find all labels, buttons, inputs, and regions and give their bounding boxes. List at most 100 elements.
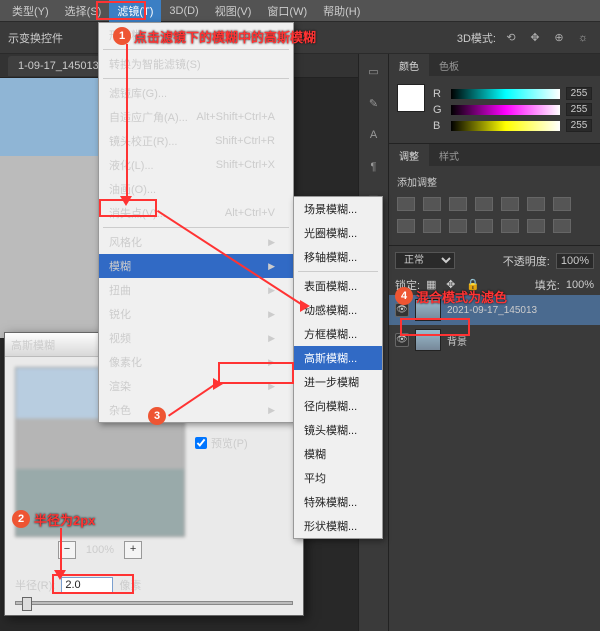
adjust-icon[interactable] <box>449 219 467 233</box>
b-slider[interactable] <box>451 121 560 131</box>
tab-color[interactable]: 颜色 <box>389 54 429 76</box>
adjustments-panel: 调整 样式 添加调整 <box>389 144 600 246</box>
add-adjustment-label: 添加调整 <box>397 174 592 189</box>
zoom-icon[interactable]: ⊕ <box>550 29 568 47</box>
transform-controls-label: 示变换控件 <box>8 30 63 46</box>
layer-item[interactable]: 👁 2021-09-17_145013 <box>389 295 600 325</box>
menu-lens-correction[interactable]: 镜头校正(R)...Shift+Ctrl+R <box>99 129 293 153</box>
adjust-icon[interactable] <box>553 219 571 233</box>
pan-icon[interactable]: ✥ <box>526 29 544 47</box>
canvas[interactable] <box>0 78 100 338</box>
r-slider[interactable] <box>451 89 560 99</box>
visibility-icon[interactable]: 👁 <box>395 333 409 347</box>
submenu-tilt-shift[interactable]: 移轴模糊... <box>294 245 382 269</box>
menu-vanishing[interactable]: 消失点(V)...Alt+Ctrl+V <box>99 201 293 225</box>
zoom-in-button[interactable]: + <box>124 541 142 559</box>
adjust-icon[interactable] <box>501 197 519 211</box>
radius-slider[interactable] <box>15 601 293 605</box>
radius-input[interactable] <box>61 577 113 593</box>
menu-distort[interactable]: 扭曲▶ <box>99 278 293 302</box>
layer-thumbnail[interactable] <box>415 299 441 321</box>
slider-thumb[interactable] <box>22 597 32 611</box>
menu-adaptive-wide[interactable]: 自适应广角(A)...Alt+Shift+Ctrl+A <box>99 105 293 129</box>
menu-filter-gallery[interactable]: 滤镜库(G)... <box>99 81 293 105</box>
menu-type[interactable]: 类型(Y) <box>4 0 57 22</box>
orbit-icon[interactable]: ⟲ <box>502 29 520 47</box>
foreground-swatch[interactable] <box>397 84 425 112</box>
right-panels: 颜色 色板 R255 G255 B255 调整 样式 添加调整 <box>388 54 600 631</box>
layer-thumbnail[interactable] <box>415 329 441 351</box>
submenu-box-blur[interactable]: 方框模糊... <box>294 322 382 346</box>
zoom-out-button[interactable]: − <box>58 541 76 559</box>
adjust-icon[interactable] <box>527 219 545 233</box>
dialog-title: 高斯模糊 <box>11 337 55 353</box>
menu-render[interactable]: 渲染▶ <box>99 374 293 398</box>
submenu-smart-blur[interactable]: 特殊模糊... <box>294 490 382 514</box>
submenu-lens-blur[interactable]: 镜头模糊... <box>294 418 382 442</box>
adjust-icon[interactable] <box>501 219 519 233</box>
menu-convert-smart[interactable]: 转换为智能滤镜(S) <box>99 52 293 76</box>
menu-liquify[interactable]: 液化(L)...Shift+Ctrl+X <box>99 153 293 177</box>
menu-window[interactable]: 窗口(W) <box>259 0 315 22</box>
fill-label: 填充: <box>535 277 560 293</box>
lock-all-icon[interactable]: 🔒 <box>466 278 480 292</box>
adjust-icon[interactable] <box>527 197 545 211</box>
lock-position-icon[interactable]: ✥ <box>446 278 460 292</box>
menu-select[interactable]: 选择(S) <box>57 0 110 22</box>
adjust-icon[interactable] <box>397 197 415 211</box>
radius-label: 半径(R): <box>15 577 55 593</box>
adjust-icon[interactable] <box>423 219 441 233</box>
submenu-motion-blur[interactable]: 动感模糊... <box>294 298 382 322</box>
visibility-icon[interactable]: 👁 <box>395 303 409 317</box>
submenu-radial-blur[interactable]: 径向模糊... <box>294 394 382 418</box>
zoom-level: 100% <box>86 544 114 556</box>
fill-value[interactable]: 100% <box>566 279 594 291</box>
menu-filter[interactable]: 滤镜(T) <box>109 0 161 22</box>
menu-pixelate[interactable]: 像素化▶ <box>99 350 293 374</box>
tab-swatches[interactable]: 色板 <box>429 54 469 76</box>
lock-pixels-icon[interactable]: ▦ <box>426 278 440 292</box>
blur-submenu: 场景模糊... 光圈模糊... 移轴模糊... 表面模糊... 动感模糊... … <box>293 196 383 539</box>
tab-adjust[interactable]: 调整 <box>389 144 429 166</box>
blend-mode-select[interactable]: 正常 <box>395 252 455 269</box>
menu-3d[interactable]: 3D(D) <box>161 2 206 20</box>
adjust-icon[interactable] <box>475 219 493 233</box>
submenu-blur-more[interactable]: 进一步模糊 <box>294 370 382 394</box>
layer-item[interactable]: 👁 背景 <box>389 325 600 355</box>
menu-video[interactable]: 视频▶ <box>99 326 293 350</box>
preview-checkbox[interactable]: 预览(P) <box>195 435 255 451</box>
adjust-icon[interactable] <box>423 197 441 211</box>
adjust-icon[interactable] <box>553 197 571 211</box>
menu-sharpen[interactable]: 锐化▶ <box>99 302 293 326</box>
adjust-icon[interactable] <box>449 197 467 211</box>
menu-view[interactable]: 视图(V) <box>207 0 260 22</box>
para-icon[interactable]: ¶ <box>365 158 383 176</box>
menu-noise[interactable]: 杂色▶ <box>99 398 293 422</box>
color-panel: 颜色 色板 R255 G255 B255 <box>389 54 600 144</box>
brush-icon[interactable]: ✎ <box>365 94 383 112</box>
adjust-icon[interactable] <box>397 219 415 233</box>
lock-label: 锁定: <box>395 277 420 293</box>
document-tab[interactable]: 1-09-17_145013. <box>8 56 112 76</box>
submenu-shape-blur[interactable]: 形状模糊... <box>294 514 382 538</box>
submenu-gaussian-blur[interactable]: 高斯模糊... <box>294 346 382 370</box>
menu-oil-paint[interactable]: 油画(O)... <box>99 177 293 201</box>
submenu-surface-blur[interactable]: 表面模糊... <box>294 274 382 298</box>
menu-blur[interactable]: 模糊▶ <box>99 254 293 278</box>
tab-styles[interactable]: 样式 <box>429 144 469 166</box>
submenu-field-blur[interactable]: 场景模糊... <box>294 197 382 221</box>
submenu-iris-blur[interactable]: 光圈模糊... <box>294 221 382 245</box>
menu-help[interactable]: 帮助(H) <box>315 0 368 22</box>
menu-stylize[interactable]: 风格化▶ <box>99 230 293 254</box>
mode-label: 3D模式: <box>457 30 496 46</box>
submenu-blur[interactable]: 模糊 <box>294 442 382 466</box>
g-slider[interactable] <box>451 105 560 115</box>
submenu-average[interactable]: 平均 <box>294 466 382 490</box>
light-icon[interactable]: ☼ <box>574 29 592 47</box>
char-icon[interactable]: A <box>365 126 383 144</box>
opacity-value[interactable]: 100% <box>556 253 594 269</box>
menu-last-filter[interactable]: 形模糊Ctrl+F <box>99 23 293 47</box>
adjust-icon[interactable] <box>475 197 493 211</box>
history-icon[interactable]: ▭ <box>365 62 383 80</box>
menubar: 类型(Y) 选择(S) 滤镜(T) 3D(D) 视图(V) 窗口(W) 帮助(H… <box>0 0 600 22</box>
